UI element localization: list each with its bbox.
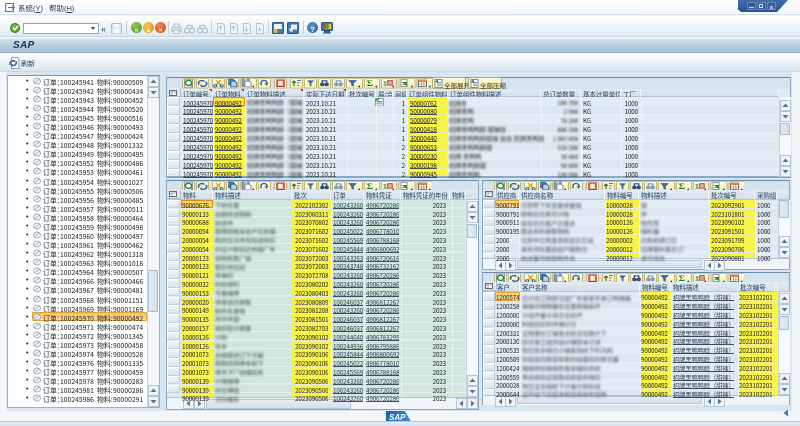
- svg-text:Σ: Σ: [367, 79, 374, 88]
